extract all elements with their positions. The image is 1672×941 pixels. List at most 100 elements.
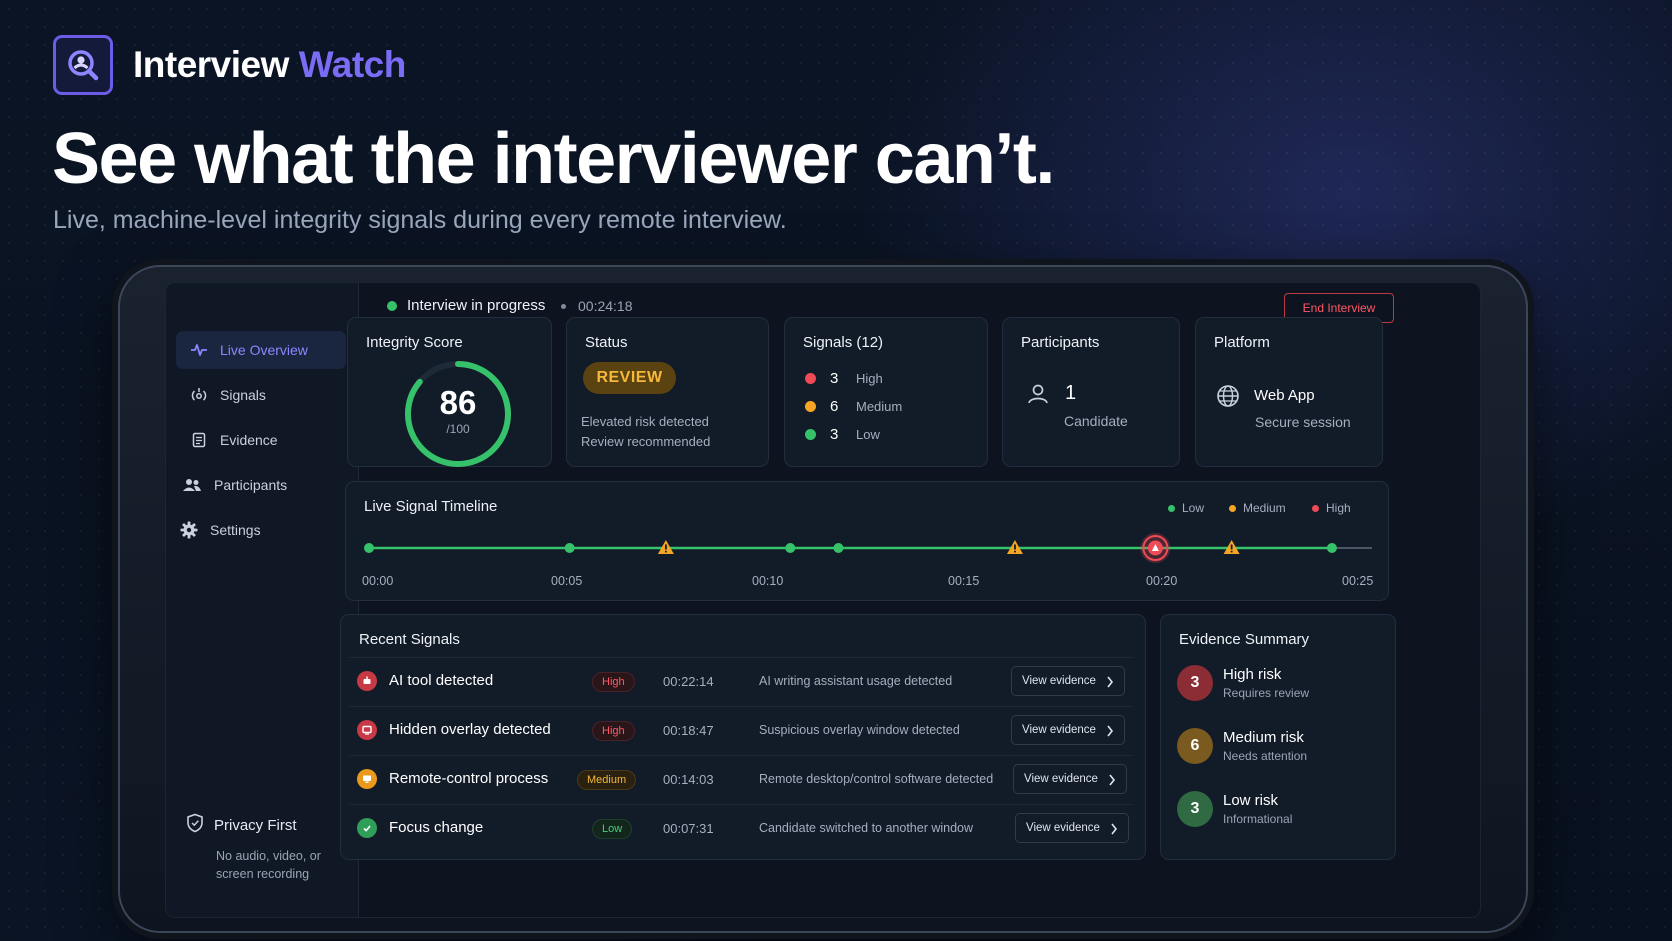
evidence-title: Medium risk [1223, 729, 1304, 746]
sidebar: Live Overview Signals Evidence Participa… [166, 283, 359, 917]
evidence-summary-card: Evidence Summary 3 High risk Requires re… [1160, 614, 1396, 860]
signals-title: Signals (12) [803, 334, 884, 351]
timeline-event-high[interactable] [1140, 533, 1171, 563]
timeline-event-low[interactable] [564, 543, 575, 553]
evidence-count: 6 [1177, 728, 1213, 764]
timeline-tick: 00:15 [948, 574, 980, 588]
chevron-right-icon [1107, 725, 1114, 737]
signal-time: 00:22:14 [663, 674, 714, 689]
interview-status: Interview in progress [407, 297, 546, 314]
focus-change-icon [357, 818, 377, 838]
signal-count: 3 [830, 370, 839, 387]
brand-name: Interview Watch [133, 44, 406, 86]
evidence-count: 3 [1177, 665, 1213, 701]
signal-name: Remote-control process [389, 770, 549, 787]
evidence-item-high[interactable]: 3 High risk Requires review [1177, 665, 1309, 701]
pulse-icon [190, 341, 208, 359]
sidebar-item-settings[interactable]: Settings [176, 511, 346, 549]
view-evidence-button[interactable]: View evidence [1015, 813, 1129, 843]
view-evidence-button[interactable]: View evidence [1011, 715, 1125, 745]
remote-control-icon [357, 769, 377, 789]
sidebar-item-label: Live Overview [220, 342, 308, 358]
evidence-subtitle: Informational [1223, 812, 1293, 826]
dashboard-screen: Live Overview Signals Evidence Participa… [165, 282, 1481, 918]
evidence-subtitle: Requires review [1223, 686, 1310, 700]
high-dot [805, 373, 816, 384]
evidence-item-low[interactable]: 3 Low risk Informational [1177, 791, 1292, 827]
evidence-title: Low risk [1223, 792, 1279, 809]
participants-title: Participants [1021, 334, 1100, 351]
sidebar-item-participants[interactable]: Participants [176, 466, 346, 504]
platform-name: Web App [1254, 387, 1315, 404]
signal-time: 00:18:47 [663, 723, 714, 738]
signal-description: AI writing assistant usage detected [759, 674, 953, 688]
evidence-title: High risk [1223, 666, 1282, 683]
privacy-description: No audio, video, or screen recording [216, 849, 321, 881]
sidebar-item-signals[interactable]: Signals [176, 376, 346, 414]
view-evidence-button[interactable]: View evidence [1013, 764, 1127, 794]
signal-label: Low [856, 427, 880, 442]
signal-row[interactable]: Remote-control process Medium 00:14:03 R… [349, 755, 1133, 803]
sidebar-item-live-overview[interactable]: Live Overview [176, 331, 346, 369]
timeline-event-low[interactable] [364, 543, 374, 553]
signal-count: 3 [830, 426, 839, 443]
signals-card: Signals (12) 3 High 6 Medium 3 Low [784, 317, 988, 467]
hero-title: See what the interviewer can’t. [52, 119, 1055, 199]
signal-count: 6 [830, 398, 839, 415]
severity-badge: High [592, 672, 635, 692]
view-evidence-label: View evidence [1024, 773, 1098, 785]
sidebar-item-label: Settings [210, 522, 261, 538]
chevron-right-icon [1111, 823, 1118, 835]
separator-dot [561, 304, 566, 309]
integrity-score-card: Integrity Score 86 /100 [347, 317, 552, 467]
low-dot [805, 429, 816, 440]
interview-watch-logo-icon [53, 35, 113, 95]
timeline-event-low[interactable] [833, 543, 844, 553]
signal-row[interactable]: Focus change Low 00:07:31 Candidate swit… [349, 804, 1133, 852]
sidebar-item-evidence[interactable]: Evidence [176, 421, 346, 459]
view-evidence-label: View evidence [1022, 675, 1096, 687]
view-evidence-button[interactable]: View evidence [1011, 666, 1125, 696]
status-line-1: Elevated risk detected [581, 414, 709, 429]
elapsed-time: 00:24:18 [578, 298, 633, 314]
participant-count: 1 [1065, 382, 1077, 404]
platform-subtitle: Secure session [1255, 414, 1351, 430]
signal-row[interactable]: Hidden overlay detected High 00:18:47 Su… [349, 706, 1133, 754]
signal-name: AI tool detected [389, 672, 494, 689]
status-title: Status [585, 334, 628, 351]
sidebar-item-label: Participants [214, 477, 288, 493]
person-icon [1028, 384, 1048, 404]
signal-label: Medium [856, 399, 903, 414]
status-line-2: Review recommended [581, 434, 711, 449]
signal-description: Suspicious overlay window detected [759, 723, 960, 737]
brand-name-part2: Watch [298, 44, 407, 85]
recent-signals-title: Recent Signals [359, 631, 460, 648]
participant-label: Candidate [1064, 413, 1128, 429]
signal-time: 00:14:03 [663, 772, 714, 787]
status-card: Status REVIEW Elevated risk detected Rev… [566, 317, 769, 467]
integrity-score-max: /100 [446, 422, 470, 436]
timeline-tick: 00:05 [551, 574, 583, 588]
timeline-event-low[interactable] [1326, 543, 1337, 553]
globe-icon [1217, 385, 1239, 407]
signal-timeline-card: Live Signal Timeline Low Medium High 00:… [345, 481, 1389, 601]
ai-tool-icon [357, 671, 377, 691]
privacy-title: Privacy First [214, 816, 297, 834]
brand: Interview Watch [53, 35, 406, 95]
signal-time: 00:07:31 [663, 821, 714, 836]
signal-count-low: 3 Low [805, 426, 880, 443]
timeline-event-low[interactable] [785, 543, 796, 553]
review-status-badge: REVIEW [583, 362, 676, 394]
privacy-notice: Privacy First No audio, video, or screen… [186, 813, 346, 883]
signal-row[interactable]: AI tool detected High 00:22:14 AI writin… [349, 657, 1133, 705]
signal-description: Candidate switched to another window [759, 821, 974, 835]
evidence-item-medium[interactable]: 6 Medium risk Needs attention [1177, 728, 1307, 764]
timeline-tick: 00:00 [362, 574, 394, 588]
sidebar-item-label: Evidence [220, 432, 278, 448]
severity-badge: High [592, 721, 635, 741]
signal-name: Focus change [389, 819, 484, 836]
sidebar-nav: Live Overview Signals Evidence Participa… [176, 331, 346, 556]
hero-subtitle: Live, machine-level integrity signals du… [53, 206, 787, 234]
evidence-subtitle: Needs attention [1223, 749, 1308, 763]
brand-name-part1: Interview [133, 44, 289, 85]
